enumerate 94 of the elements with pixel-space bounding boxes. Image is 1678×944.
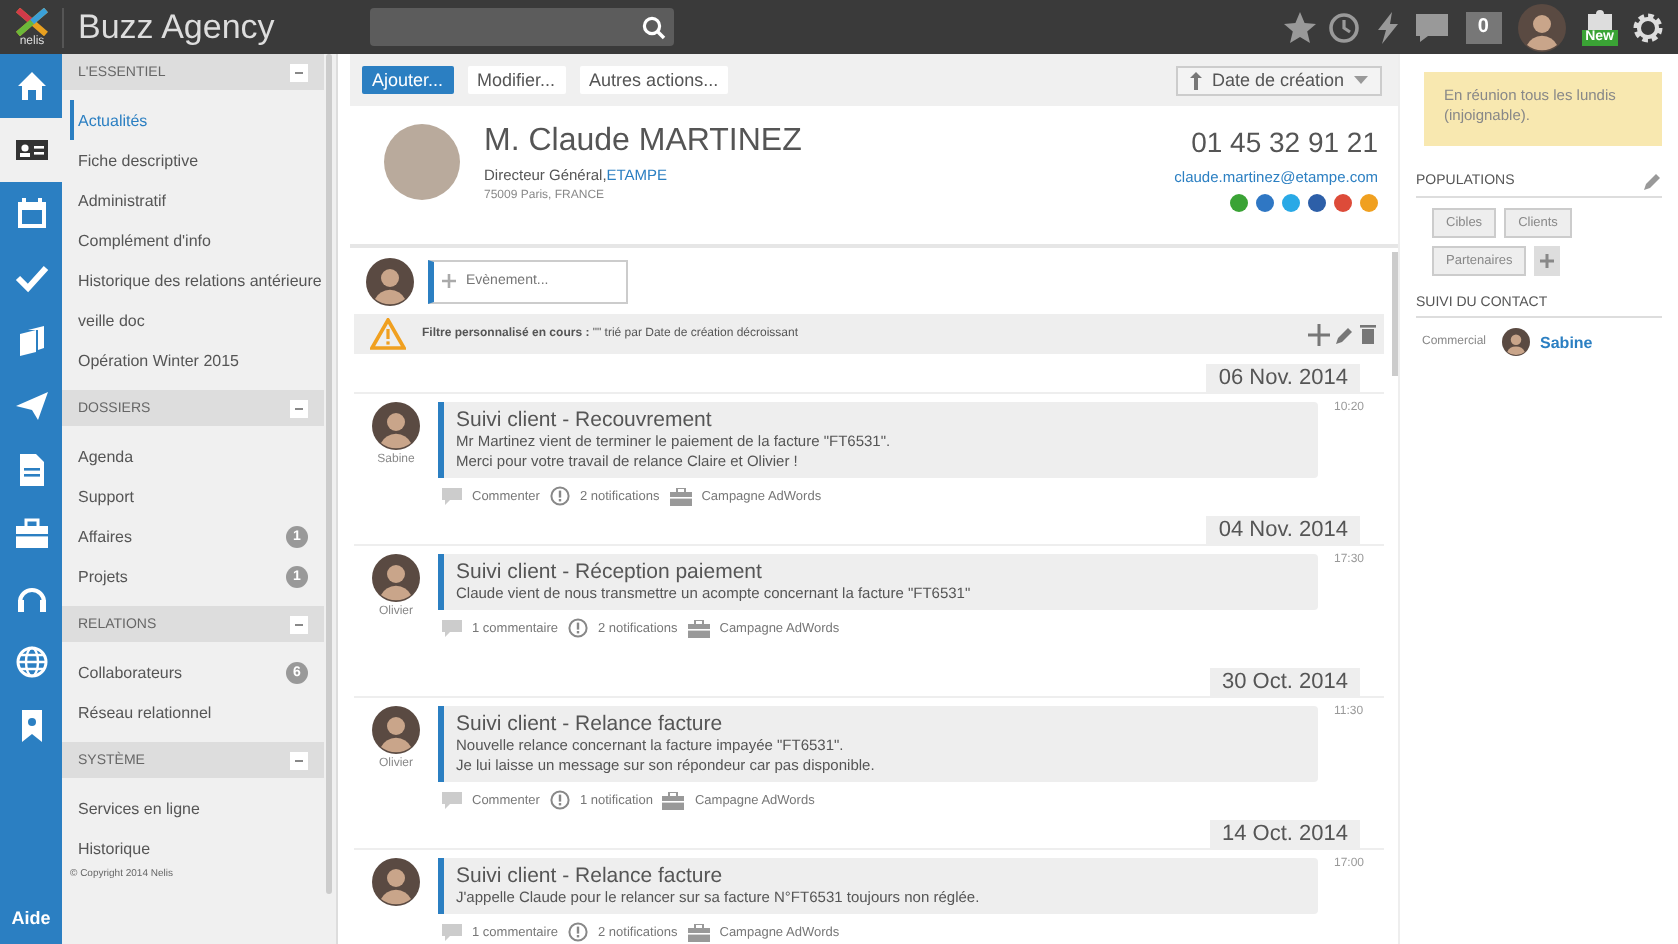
house-icon xyxy=(13,68,49,104)
briefcase-icon xyxy=(687,923,710,941)
item-label: Actualités xyxy=(78,111,148,129)
action-button[interactable]: Modifier... xyxy=(467,66,566,94)
item-label: Projets xyxy=(78,567,128,585)
arrow-up-icon xyxy=(1189,71,1202,89)
caret-icon xyxy=(1354,76,1368,84)
phone-number: 01 45 32 91 21 xyxy=(1191,126,1378,158)
plus-icon xyxy=(442,274,456,288)
search-field[interactable] xyxy=(370,8,674,46)
item-label: Administratif xyxy=(78,191,167,209)
logo-icon xyxy=(16,7,48,35)
item-label: Affaires xyxy=(78,527,132,545)
scrollbar[interactable] xyxy=(326,54,332,894)
speech-bubble-icon xyxy=(442,923,462,941)
date-label: 04 Nov. 2014 xyxy=(1206,516,1360,544)
pencil-icon[interactable] xyxy=(1644,172,1662,190)
exclamation-icon xyxy=(568,618,588,638)
scrollbar[interactable] xyxy=(1392,252,1398,376)
item-label: Historique xyxy=(78,839,151,857)
exclamation-icon xyxy=(549,790,570,810)
sidebar-item[interactable]: Réseau relationnel xyxy=(70,692,324,732)
item-label: Services en ligne xyxy=(78,799,200,817)
item-label: Support xyxy=(78,487,135,505)
item-label: Historique des relations antérieure xyxy=(78,271,322,289)
person-link[interactable]: Sabine xyxy=(1540,333,1593,351)
sort-dropdown[interactable]: Date de création xyxy=(1175,65,1382,95)
post-title: Suivi client - Réception paiement xyxy=(456,560,764,584)
speech-bubble-icon xyxy=(442,487,462,505)
date-label: 06 Nov. 2014 xyxy=(1206,364,1360,392)
user-avatar xyxy=(1517,3,1566,51)
sidebar-item[interactable]: veille doc xyxy=(70,300,324,340)
nav-button[interactable] xyxy=(0,118,62,182)
speech-bubble-icon xyxy=(442,619,462,637)
author-avatar xyxy=(372,554,420,602)
collapse-icon[interactable] xyxy=(290,751,308,769)
sidebar-item[interactable]: Opération Winter 2015 xyxy=(70,340,324,380)
calendar-icon xyxy=(13,196,49,232)
sidebar-item[interactable]: Historique des relations antérieure xyxy=(70,260,324,300)
item-label: Agenda xyxy=(78,447,134,465)
star-icon[interactable] xyxy=(1281,9,1318,45)
date-label: 14 Oct. 2014 xyxy=(1210,820,1360,848)
item-label: veille doc xyxy=(78,311,145,329)
speech-bubble-icon xyxy=(442,791,462,809)
date-label: 30 Oct. 2014 xyxy=(1210,668,1360,696)
exclamation-icon xyxy=(568,922,588,942)
sidebar-item[interactable]: Complément d'info xyxy=(70,220,324,260)
briefcase-icon xyxy=(687,619,710,637)
user-avatar xyxy=(366,257,414,305)
collapse-icon[interactable] xyxy=(290,63,308,81)
warning-icon xyxy=(370,318,406,350)
sidebar-item[interactable]: Agenda xyxy=(70,436,324,476)
sidebar-item[interactable]: Fiche descriptive xyxy=(70,140,324,180)
author-avatar xyxy=(372,706,420,754)
action-button[interactable]: Ajouter... xyxy=(362,66,454,94)
notification-counter[interactable]: 0 xyxy=(1465,11,1502,43)
author-avatar xyxy=(372,402,420,450)
puzzle-icon[interactable] xyxy=(1585,8,1614,30)
action-button[interactable]: Autres actions... xyxy=(579,66,729,94)
collapse-icon[interactable] xyxy=(290,399,308,417)
briefcase-icon xyxy=(662,791,685,809)
help-link[interactable]: Aide xyxy=(0,908,62,944)
globe-icon xyxy=(13,644,49,680)
briefcase-icon xyxy=(13,516,49,552)
sidebar-item[interactable]: Historique xyxy=(70,828,324,868)
post-title: Suivi client - Recouvrement xyxy=(456,408,714,432)
speech-bubble-icon[interactable] xyxy=(1413,9,1450,45)
exclamation-icon xyxy=(549,486,570,506)
item-label: Opération Winter 2015 xyxy=(78,351,239,369)
contact-name: M. Claude MARTINEZ xyxy=(484,124,802,160)
clock-icon[interactable] xyxy=(1325,9,1362,45)
add-tag-icon[interactable] xyxy=(1534,246,1561,276)
sidebar-item[interactable]: Services en ligne xyxy=(70,788,324,828)
post-title: Suivi client - Relance facture xyxy=(456,712,725,736)
briefcase-icon xyxy=(669,487,692,505)
item-label: Complément d'info xyxy=(78,231,211,249)
pencil-icon[interactable] xyxy=(1336,325,1354,343)
post-title: Suivi client - Relance facture xyxy=(456,864,725,888)
app-title: Buzz Agency xyxy=(78,7,277,47)
collapse-icon[interactable] xyxy=(290,615,308,633)
paper-plane-icon xyxy=(13,388,49,424)
plus-icon[interactable] xyxy=(1308,323,1330,345)
item-label: Fiche descriptive xyxy=(78,151,199,169)
person-avatar xyxy=(1502,328,1531,356)
trash-icon[interactable] xyxy=(1360,324,1376,344)
item-label: Collaborateurs xyxy=(78,663,183,681)
author-avatar xyxy=(372,858,420,906)
sidebar-item[interactable]: Administratif xyxy=(70,180,324,220)
photo-placeholder xyxy=(384,124,460,200)
checkmark-icon xyxy=(13,260,49,296)
settings-icon[interactable] xyxy=(1630,9,1666,45)
sidebar-item[interactable]: Support xyxy=(70,476,324,516)
search-icon[interactable] xyxy=(642,15,666,39)
item-label: Réseau relationnel xyxy=(78,703,212,721)
